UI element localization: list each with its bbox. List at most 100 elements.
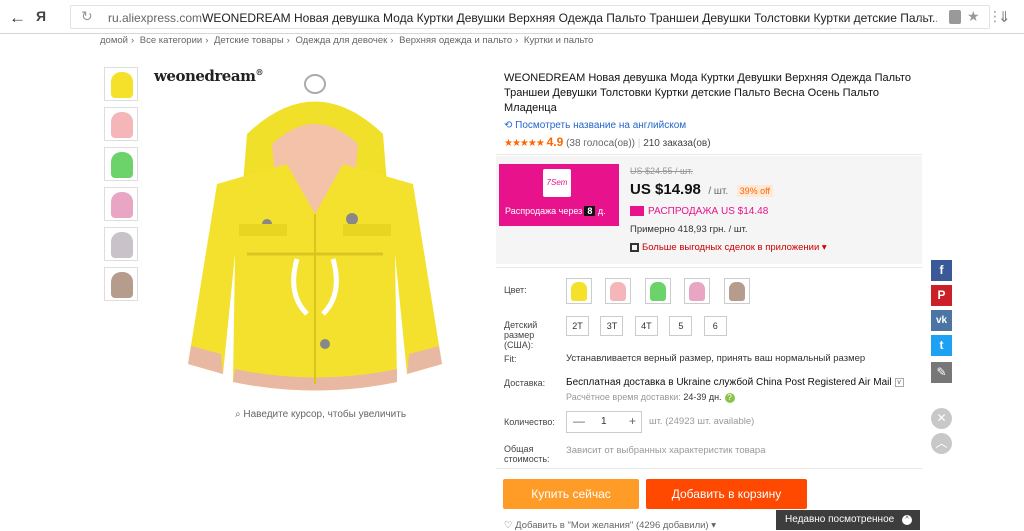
search-icon[interactable]: ⌕ bbox=[919, 9, 926, 25]
sale-banner[interactable]: 7Sem Распродажа через 8 д. bbox=[499, 164, 619, 226]
breadcrumb-item[interactable]: Все категории bbox=[140, 35, 202, 46]
pinterest-icon[interactable]: P bbox=[931, 285, 952, 306]
jacket-image bbox=[610, 282, 627, 301]
fit-label: Fit: bbox=[504, 354, 517, 364]
divider bbox=[496, 154, 922, 155]
size-option[interactable]: 5 bbox=[669, 316, 693, 336]
price-section: 7Sem Распродажа через 8 д. US $24.55 / шт… bbox=[496, 156, 922, 264]
rating-row: ★★★★★ 4.9 (38 голоса(ов)) | 210 заказа(о… bbox=[504, 135, 711, 149]
reload-icon[interactable]: ↻ bbox=[81, 8, 93, 25]
page-title-in-bar: WEONEDREAM Новая девушка Мода Куртки Дев… bbox=[202, 11, 937, 25]
color-swatch[interactable] bbox=[566, 278, 592, 304]
breadcrumb-item[interactable]: Одежда для девочек bbox=[295, 35, 387, 46]
orders-count: 210 заказа(ов) bbox=[643, 138, 711, 149]
app-deals-link[interactable]: Больше выгодных сделок в приложении ▾ bbox=[630, 242, 827, 253]
total-label: Общая стоимость: bbox=[504, 444, 550, 464]
breadcrumb: домой › Все категории › Детские товары › Од… bbox=[100, 35, 594, 46]
chevron-up-icon[interactable]: ^ bbox=[902, 515, 912, 525]
size-options: 2T 3T 4T 5 6 bbox=[566, 316, 734, 336]
product-thumbnail[interactable] bbox=[104, 107, 138, 141]
color-swatch[interactable] bbox=[684, 278, 711, 304]
jacket-image bbox=[571, 282, 587, 301]
scroll-top-icon[interactable]: ︿ bbox=[931, 433, 952, 454]
jacket-image bbox=[728, 282, 745, 301]
jacket-image bbox=[111, 192, 133, 218]
quantity-label: Количество: bbox=[504, 417, 555, 427]
wishlist-link[interactable]: ♡ Добавить в "Мои желания" (4296 добавил… bbox=[504, 520, 716, 531]
jacket-image bbox=[111, 72, 133, 98]
approx-price: Примерно 418,93 грн. / шт. bbox=[630, 224, 748, 235]
shipping-label: Доставка: bbox=[504, 378, 546, 388]
jacket-image bbox=[689, 282, 706, 301]
url-domain: ru.aliexpress.com bbox=[108, 11, 203, 25]
size-label: Детский размер (США): bbox=[504, 320, 538, 350]
divider bbox=[496, 468, 922, 469]
fit-text: Устанавливается верный размер, принять в… bbox=[566, 353, 866, 364]
close-icon[interactable]: ✕ bbox=[931, 408, 952, 429]
quantity-increase-button[interactable]: + bbox=[629, 414, 636, 428]
recently-viewed-bar[interactable]: Недавно посмотренное ^ bbox=[776, 510, 920, 530]
jacket-image bbox=[111, 272, 133, 298]
rating-stars[interactable]: ★★★★★ bbox=[504, 138, 545, 149]
product-thumbnail[interactable] bbox=[104, 147, 138, 181]
breadcrumb-item[interactable]: домой bbox=[100, 35, 128, 46]
total-text: Зависит от выбранных характеристик товар… bbox=[566, 445, 766, 456]
color-swatches bbox=[566, 278, 759, 304]
availability: шт. (24923 шт. available) bbox=[649, 416, 755, 427]
jacket-image bbox=[649, 282, 666, 301]
quantity-input[interactable]: 1 bbox=[601, 416, 607, 427]
price-unit: / шт. bbox=[708, 186, 729, 197]
share-bar: f P vk t ✎ bbox=[931, 260, 953, 387]
buy-now-button[interactable]: Купить сейчас bbox=[503, 479, 639, 509]
help-icon[interactable]: ? bbox=[724, 393, 735, 403]
delivery-time: Расчётное время доставки: 24-39 дн.? bbox=[566, 392, 735, 403]
browser-toolbar: ← Я ↻ ru.aliexpress.com WEONEDREAM Новая… bbox=[0, 0, 1024, 34]
breadcrumb-item[interactable]: Верхняя одежда и пальто bbox=[399, 35, 512, 46]
product-thumbnail[interactable] bbox=[104, 227, 138, 261]
size-option[interactable]: 2T bbox=[566, 316, 589, 336]
add-to-cart-button[interactable]: Добавить в корзину bbox=[646, 479, 807, 509]
breadcrumb-item[interactable]: Куртки и пальто bbox=[524, 35, 593, 46]
divider bbox=[496, 267, 922, 268]
jacket-image bbox=[111, 152, 133, 178]
translate-link[interactable]: ⟲ Посмотреть название на английском bbox=[504, 120, 686, 131]
discount-badge: 39% off bbox=[736, 185, 773, 197]
size-option[interactable]: 6 bbox=[703, 316, 727, 336]
shipping-method[interactable]: Бесплатная доставка в Ukraine службой Ch… bbox=[566, 377, 904, 388]
qr-icon bbox=[630, 242, 639, 252]
sale-countdown: Распродажа через 8 д. bbox=[505, 206, 606, 216]
browser-logo[interactable]: Я bbox=[36, 8, 46, 24]
lock-icon[interactable] bbox=[949, 10, 961, 24]
twitter-icon[interactable]: t bbox=[931, 335, 952, 356]
product-thumbnail[interactable] bbox=[104, 267, 138, 301]
product-thumbnail[interactable] bbox=[104, 67, 138, 101]
color-swatch[interactable] bbox=[605, 278, 632, 304]
quantity-decrease-button[interactable]: — bbox=[573, 414, 585, 428]
chevron-down-icon[interactable]: v bbox=[894, 377, 904, 387]
download-icon[interactable]: ⇓ bbox=[998, 8, 1011, 26]
color-swatch[interactable] bbox=[644, 278, 671, 304]
sale-mini-logo bbox=[630, 206, 644, 217]
main-product-image[interactable]: weonedream® bbox=[147, 64, 483, 404]
size-option[interactable]: 3T bbox=[600, 316, 624, 336]
facebook-icon[interactable]: f bbox=[931, 260, 952, 281]
old-price: US $24.55 / шт. bbox=[630, 166, 693, 176]
votes-count[interactable]: (38 голоса(ов)) bbox=[566, 138, 635, 149]
zoom-hint: ⌕ Наведите курсор, чтобы увеличить bbox=[235, 409, 407, 420]
quantity-stepper: — 1 + bbox=[566, 411, 642, 433]
vk-icon[interactable]: vk bbox=[931, 310, 952, 331]
jacket-image bbox=[111, 232, 133, 258]
product-thumbnail[interactable] bbox=[104, 187, 138, 221]
jacket-image bbox=[111, 112, 133, 138]
address-bar[interactable]: ↻ ru.aliexpress.com WEONEDREAM Новая дев… bbox=[70, 5, 1002, 29]
edit-icon[interactable]: ✎ bbox=[931, 362, 952, 383]
breadcrumb-item[interactable]: Детские товары bbox=[214, 35, 284, 46]
jacket-illustration bbox=[188, 74, 442, 391]
star-icon[interactable]: ★ bbox=[967, 8, 980, 25]
sale-logo: 7Sem bbox=[543, 169, 571, 197]
back-icon[interactable]: ← bbox=[9, 8, 26, 28]
sale-price: РАСПРОДАЖА US $14.48 bbox=[630, 206, 768, 217]
color-swatch[interactable] bbox=[723, 278, 750, 304]
current-price: US $14.98 bbox=[630, 181, 701, 198]
size-option[interactable]: 4T bbox=[634, 316, 658, 336]
